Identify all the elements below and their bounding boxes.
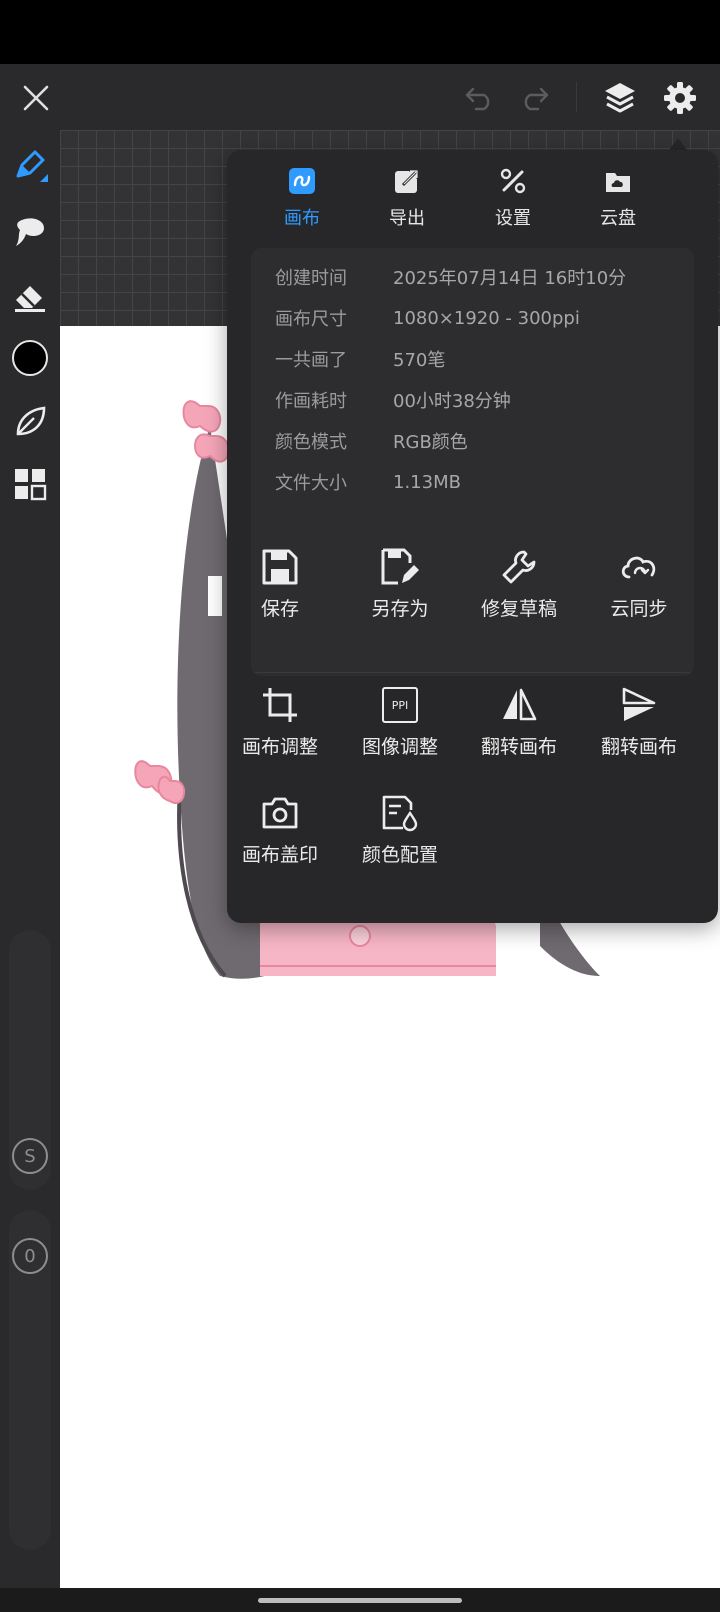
tab-export-label: 导出 (389, 208, 425, 229)
image-adjust-button[interactable]: PPI 图像调整 (345, 684, 455, 764)
tab-settings[interactable]: 设置 (468, 164, 558, 234)
info-row-color-mode: 颜色模式 RGB颜色 (275, 426, 468, 456)
info-value: 1080×1920 - 300ppi (393, 307, 580, 329)
info-value: RGB颜色 (393, 432, 468, 453)
repair-draft-button[interactable]: 修复草稿 (464, 546, 574, 626)
tab-canvas[interactable]: 画布 (257, 164, 347, 234)
leaf-icon (16, 406, 46, 436)
eraser-icon (15, 286, 45, 312)
save-icon (259, 546, 301, 588)
save-as-label: 另存为 (371, 598, 429, 620)
cloud-sync-label: 云同步 (610, 598, 668, 620)
redo-icon (524, 87, 549, 111)
grid-icon (15, 469, 47, 501)
undo-button[interactable] (460, 78, 500, 118)
canvas-stamp-label: 画布盖印 (241, 844, 318, 866)
info-label: 文件大小 (275, 473, 347, 494)
layers-icon (605, 83, 635, 113)
flip-vertical-label: 翻转画布 (600, 736, 677, 758)
image-adjust-label: 图像调整 (361, 736, 438, 758)
menu-caret (669, 138, 687, 150)
toolbar-divider (576, 82, 577, 112)
layers-button[interactable] (598, 76, 642, 120)
redo-button[interactable] (514, 78, 554, 118)
tools-icon (496, 164, 530, 198)
tab-cloud-drive[interactable]: 云盘 (573, 164, 663, 234)
info-value: 570笔 (393, 350, 446, 371)
color-config-button[interactable]: 颜色配置 (345, 792, 455, 872)
save-as-button[interactable]: 另存为 (345, 546, 455, 626)
flip-horizontal-icon (498, 684, 540, 726)
settings-button[interactable] (658, 76, 702, 120)
gear-icon (664, 82, 696, 114)
info-label: 颜色模式 (275, 432, 347, 453)
tab-settings-label: 设置 (495, 208, 531, 229)
color-config-label: 颜色配置 (361, 844, 438, 866)
canvas-adjust-label: 画布调整 (241, 736, 318, 758)
info-label: 一共画了 (275, 350, 347, 371)
crop-icon (259, 684, 301, 726)
tab-canvas-label: 画布 (284, 208, 320, 229)
info-label: 作画耗时 (275, 391, 347, 412)
cloud-sync-button[interactable]: 云同步 (584, 546, 694, 626)
camera-icon (259, 792, 301, 834)
close-button[interactable] (16, 78, 56, 118)
size-badge-label: S (12, 1138, 48, 1174)
repair-draft-label: 修复草稿 (480, 598, 557, 620)
ppi-icon: PPI (379, 684, 421, 726)
more-tools-button[interactable] (8, 462, 52, 506)
opacity-badge: 0 (8, 1234, 52, 1278)
tab-cloud-drive-label: 云盘 (600, 208, 636, 229)
info-value: 00小时38分钟 (393, 391, 511, 412)
flip-vertical-button[interactable]: 翻转画布 (584, 684, 694, 764)
flip-horizontal-button[interactable]: 翻转画布 (464, 684, 574, 764)
flip-vertical-icon (618, 684, 660, 726)
brush-tool-button[interactable] (8, 210, 52, 254)
menu-divider (255, 672, 690, 673)
color-config-icon (379, 792, 421, 834)
info-row-strokes: 一共画了 570笔 (275, 344, 445, 374)
save-button[interactable]: 保存 (225, 546, 335, 626)
cloud-folder-icon (601, 164, 635, 198)
brush-icon (16, 218, 44, 246)
info-row-canvas-size: 画布尺寸 1080×1920 - 300ppi (275, 303, 580, 333)
info-row-file-size: 文件大小 1.13MB (275, 467, 461, 497)
flip-horizontal-label: 翻转画布 (480, 736, 557, 758)
info-label: 创建时间 (275, 268, 347, 289)
color-swatch-button[interactable] (8, 336, 52, 380)
info-label: 画布尺寸 (275, 309, 347, 330)
home-indicator[interactable] (258, 1598, 462, 1603)
info-value: 1.13MB (393, 471, 461, 493)
ppi-badge: PPI (382, 687, 418, 723)
canvas-stamp-button[interactable]: 画布盖印 (225, 792, 335, 872)
size-badge: S (8, 1134, 52, 1178)
smudge-tool-button[interactable] (8, 400, 52, 444)
canvas-icon (285, 164, 319, 198)
pen-tool-button[interactable] (8, 144, 52, 188)
undo-icon (465, 87, 490, 111)
color-swatch (12, 340, 48, 376)
status-bar (0, 0, 720, 64)
canvas-adjust-button[interactable]: 画布调整 (225, 684, 335, 764)
save-as-icon (379, 546, 421, 588)
pen-icon (16, 150, 48, 182)
cloud-sync-icon (618, 546, 660, 588)
info-value: 2025年07月14日 16时10分 (393, 268, 627, 289)
eraser-tool-button[interactable] (8, 274, 52, 318)
canvas-menu-panel: 画布 导出 设置 云盘 创建时间 2025年07月14日 16时10分 画布尺寸… (227, 150, 718, 923)
save-label: 保存 (260, 598, 299, 620)
export-icon (390, 164, 424, 198)
info-row-created: 创建时间 2025年07月14日 16时10分 (275, 262, 626, 292)
info-row-time-spent: 作画耗时 00小时38分钟 (275, 385, 511, 415)
wrench-icon (498, 546, 540, 588)
menu-tabs: 画布 导出 设置 云盘 (227, 150, 718, 246)
opacity-badge-label: 0 (12, 1238, 48, 1274)
tab-export[interactable]: 导出 (362, 164, 452, 234)
close-icon (23, 85, 49, 111)
